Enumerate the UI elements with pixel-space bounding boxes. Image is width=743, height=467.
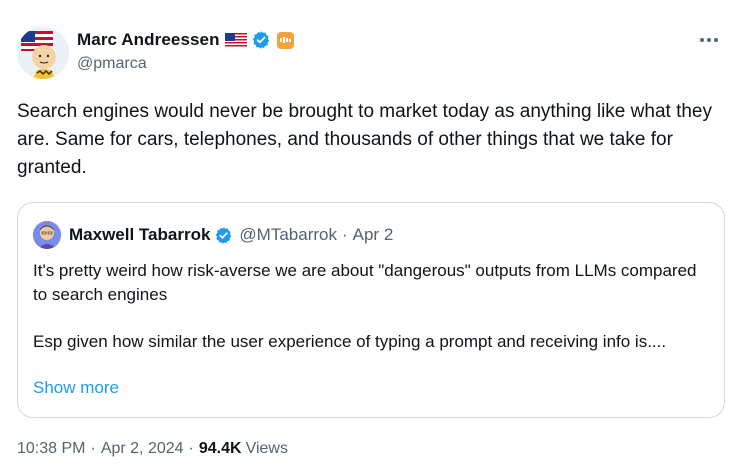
views-count[interactable]: 94.4K [199, 440, 242, 458]
quoted-tweet-text: It's pretty weird how risk-averse we are… [33, 261, 697, 351]
quoted-tweet-header: Maxwell Tabarrok @MTabarrok · Apr 2 [33, 221, 393, 249]
quoted-tweet-date[interactable]: Apr 2 [353, 225, 394, 245]
more-options-button[interactable] [697, 30, 721, 50]
quoted-author-handle[interactable]: @MTabarrok [239, 225, 337, 245]
meta-separator: · [188, 440, 194, 457]
author-display-name[interactable]: Marc Andreessen [77, 30, 220, 50]
tweet-text: Search engines would never be brought to… [17, 101, 712, 178]
tweet-date[interactable]: Apr 2, 2024 [101, 440, 184, 458]
author-block: Marc Andreessen @pmarca [77, 30, 294, 73]
views-label: Views [245, 440, 288, 457]
quoted-tweet[interactable]: Maxwell Tabarrok @MTabarrok · Apr 2 It's… [17, 202, 725, 418]
quoted-author-display-name[interactable]: Maxwell Tabarrok [69, 225, 210, 245]
verified-badge-icon[interactable] [251, 30, 271, 50]
tweet-meta: 10:38 PM · Apr 2, 2024 · 94.4K Views [17, 440, 288, 458]
more-horizontal-icon [700, 38, 718, 42]
quoted-date-separator: · [341, 225, 348, 244]
avatar-image [17, 27, 69, 79]
us-flag-icon [224, 32, 247, 48]
author-handle[interactable]: @pmarca [77, 55, 294, 73]
author-name-row: Marc Andreessen [77, 30, 294, 50]
show-more-link[interactable]: Show more [33, 378, 119, 398]
avatar-image [33, 221, 61, 249]
affiliate-badge-icon[interactable] [276, 31, 294, 49]
verified-badge-icon[interactable] [214, 226, 233, 245]
tweet-time[interactable]: 10:38 PM [17, 440, 85, 458]
quoted-author-avatar[interactable] [33, 221, 61, 249]
author-avatar[interactable] [17, 27, 69, 79]
meta-separator: · [90, 440, 96, 457]
